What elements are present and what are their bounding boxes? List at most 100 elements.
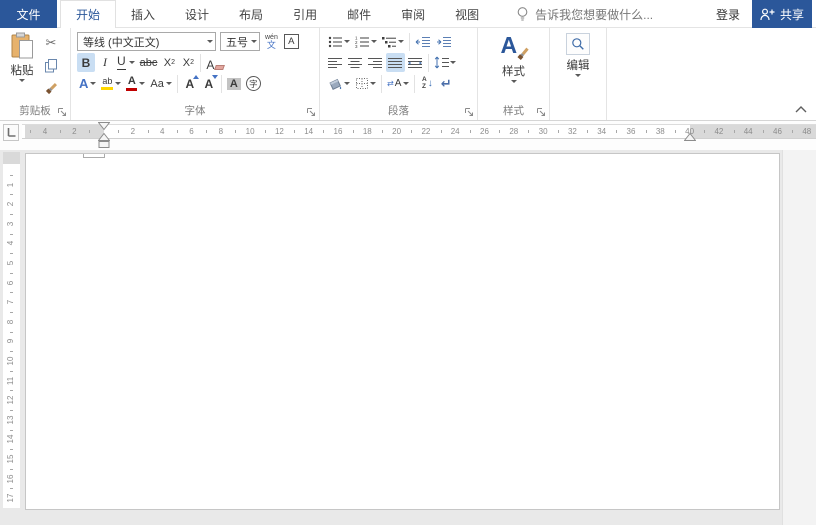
multilevel-list-button[interactable]: [380, 32, 406, 51]
bullets-button[interactable]: [326, 32, 352, 51]
highlight-color-button[interactable]: ab: [99, 74, 123, 93]
character-shading-button[interactable]: A: [225, 74, 243, 93]
tab-references[interactable]: 引用: [278, 0, 332, 28]
shrink-font-button[interactable]: A: [200, 74, 218, 93]
show-hide-marks-button[interactable]: ↵: [437, 74, 455, 93]
tab-mailings[interactable]: 邮件: [332, 0, 386, 28]
divider: [381, 74, 382, 93]
superscript-button[interactable]: X2: [179, 53, 197, 72]
italic-button[interactable]: I: [96, 53, 114, 72]
format-painter-button[interactable]: [42, 79, 60, 99]
font-dialog-launcher[interactable]: [307, 108, 316, 117]
tab-view[interactable]: 视图: [440, 0, 494, 28]
divider: [409, 32, 410, 51]
justify-button[interactable]: [386, 53, 405, 72]
vertical-scrollbar[interactable]: [782, 150, 816, 525]
styles-group: A 样式 样式: [478, 28, 550, 120]
font-name-combobox[interactable]: 等线 (中文正文): [77, 32, 216, 51]
decrease-indent-button[interactable]: [413, 32, 433, 51]
numbering-icon: 1 2 3: [355, 36, 369, 48]
shading-button[interactable]: [326, 74, 352, 93]
h-ruler-tick: [59, 130, 61, 133]
text-effects-button[interactable]: A: [77, 74, 98, 93]
font-size-combobox[interactable]: 五号: [220, 32, 260, 51]
document-page[interactable]: [25, 153, 780, 510]
numbering-button[interactable]: 1 2 3: [353, 32, 379, 51]
paint-bucket-icon: [329, 78, 342, 90]
first-line-indent-marker[interactable]: [98, 122, 110, 131]
align-center-icon: [348, 57, 362, 68]
line-spacing-button[interactable]: [432, 53, 458, 72]
collapse-ribbon-button[interactable]: [795, 106, 807, 113]
change-case-button[interactable]: Aa: [148, 74, 173, 93]
justify-icon: [388, 57, 402, 68]
asian-layout-button[interactable]: ⇄ A: [385, 74, 411, 93]
tab-file[interactable]: 文件: [0, 0, 57, 28]
lightbulb-icon: [517, 7, 528, 21]
h-ruler-number: 6: [189, 127, 194, 136]
left-indent-marker[interactable]: [98, 141, 110, 149]
person-plus-icon: [760, 8, 775, 20]
paste-button[interactable]: 粘贴: [4, 31, 40, 99]
tab-insert[interactable]: 插入: [116, 0, 170, 28]
chevron-down-icon: [115, 82, 122, 85]
share-button[interactable]: 共享: [752, 0, 812, 28]
menubar-spacer: [653, 0, 704, 28]
borders-button[interactable]: [353, 74, 378, 93]
h-ruler-tick: [528, 130, 530, 133]
clear-formatting-button[interactable]: A: [204, 53, 226, 72]
v-ruler-number: 17: [6, 493, 15, 503]
v-ruler[interactable]: 1 2 3 4 5 6 7 8 9 10 11 12 13 14 15 16 17: [3, 152, 20, 508]
increase-indent-button[interactable]: [434, 32, 454, 51]
character-border-button[interactable]: A: [283, 34, 299, 49]
document-area: 1 2 3 4 5 6 7 8 9 10 11 12 13 14 15 16 17: [0, 150, 816, 525]
styles-button[interactable]: A 样式: [482, 31, 545, 83]
paragraph-dialog-launcher[interactable]: [465, 108, 474, 117]
font-color-button[interactable]: A: [124, 74, 147, 93]
h-ruler-number: 4: [42, 127, 48, 136]
hanging-indent-marker[interactable]: [98, 133, 110, 141]
signin-button[interactable]: 登录: [704, 0, 752, 28]
ribbon: 粘贴 ✂ 剪贴板 等线 (中文正文) 五号 wén 文 A B I U abc …: [0, 28, 816, 121]
v-ruler-number: 7: [6, 299, 15, 305]
align-center-button[interactable]: [346, 53, 365, 72]
v-ruler-number: 14: [6, 434, 15, 444]
distribute-text-icon: [408, 57, 422, 68]
scissors-icon: ✂: [45, 35, 57, 50]
clipboard-dialog-launcher[interactable]: [58, 108, 67, 117]
enclose-characters-button[interactable]: 字: [244, 74, 263, 93]
tab-home[interactable]: 开始: [60, 0, 117, 28]
bold-button[interactable]: B: [77, 53, 95, 72]
tab-stop-selector[interactable]: [3, 124, 19, 141]
phonetic-guide-button[interactable]: wén 文: [265, 34, 278, 50]
h-ruler-tick: [411, 130, 413, 133]
h-ruler-tick: [352, 130, 354, 133]
distribute-text-button[interactable]: [406, 53, 425, 72]
styles-dialog-launcher[interactable]: [537, 108, 546, 117]
align-left-button[interactable]: [326, 53, 345, 72]
font-color-icon: A: [126, 76, 138, 91]
copy-button[interactable]: [42, 56, 60, 76]
tellme-box[interactable]: 告诉我您想要做什么...: [516, 0, 653, 28]
underline-button[interactable]: U: [115, 53, 137, 72]
tab-review[interactable]: 审阅: [386, 0, 440, 28]
v-ruler-number: 10: [6, 356, 15, 366]
h-ruler-strip[interactable]: 4 2 2 4 6 8 10 12 14 16 18 20 22 24 26 28 30 32 34 36 38 40 42…: [22, 122, 816, 148]
h-ruler-tick: [235, 130, 237, 133]
tab-layout[interactable]: 布局: [224, 0, 278, 28]
editing-button[interactable]: 编辑: [554, 31, 602, 77]
v-ruler-tick: [10, 272, 13, 274]
align-right-button[interactable]: [366, 53, 385, 72]
v-ruler-number: 13: [6, 415, 15, 425]
tab-design[interactable]: 设计: [170, 0, 224, 28]
h-ruler-number: 34: [597, 127, 607, 136]
chevron-down-icon: [90, 82, 97, 85]
sort-button[interactable]: AZ ↓: [418, 74, 436, 93]
divider: [428, 53, 429, 72]
subscript-button[interactable]: X2: [160, 53, 178, 72]
cut-button[interactable]: ✂: [42, 33, 60, 53]
v-ruler-tick: [10, 174, 13, 176]
strikethrough-button[interactable]: abc: [138, 53, 160, 72]
grow-font-button[interactable]: A: [181, 74, 199, 93]
v-ruler-tick: [10, 292, 13, 294]
